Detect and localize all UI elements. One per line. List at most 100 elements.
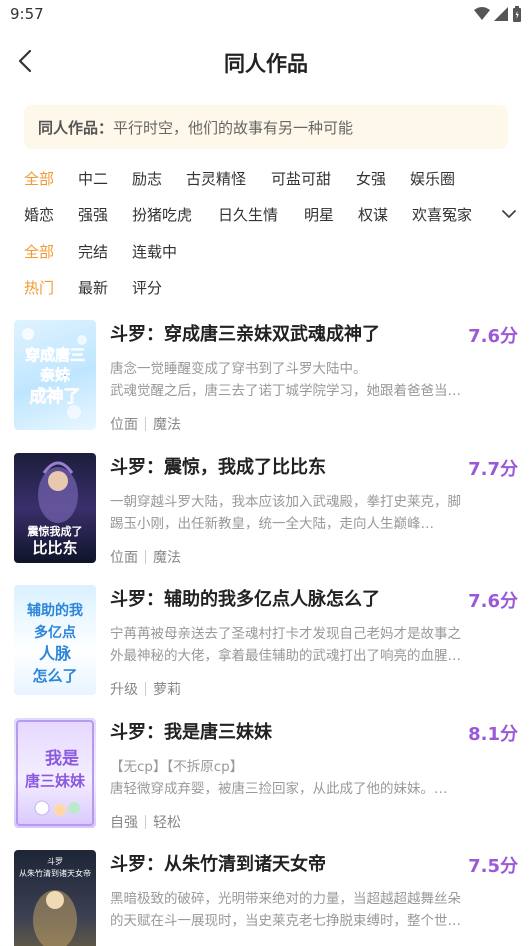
book-desc-line: 一朝穿越斗罗大陆，我本应该加入武魂殿，拳打史莱克，脚: [110, 494, 461, 510]
banner-text: 平行时空，他们的故事有另一种可能: [113, 118, 354, 137]
top-bar: 同人作品: [0, 38, 532, 86]
book-tag: 位面: [110, 550, 138, 566]
book-cover: 辅助的我 多亿点 人脉 怎么了: [14, 585, 96, 695]
book-item[interactable]: 我是 唐三妹妹 斗罗：我是唐三妹妹 8.1分 【无cp】【不拆原cp】 唐轻微穿…: [14, 718, 520, 838]
filter-tag[interactable]: 欢喜冤家: [412, 204, 472, 225]
book-cover: 穿成唐三 亲妹 成神了: [14, 320, 96, 430]
sort-latest[interactable]: 最新: [78, 277, 132, 298]
svg-text:成神了: 成神了: [30, 386, 81, 407]
tag-divider: [145, 550, 146, 564]
book-tag: 魔法: [153, 417, 181, 433]
tag-divider: [145, 417, 146, 431]
filter-tag[interactable]: 扮猪吃虎: [132, 204, 218, 225]
svg-text:从朱竹清到诸天女帝: 从朱竹清到诸天女帝: [19, 868, 91, 878]
sort-rating[interactable]: 评分: [132, 277, 162, 298]
cover-art: 辅助的我 多亿点 人脉 怎么了: [27, 602, 83, 685]
category-banner: 同人作品： 平行时空，他们的故事有另一种可能: [24, 105, 508, 149]
book-desc-line: 唐轻微穿成弃婴，被唐三捡回家，从此成了他的妹妹。…: [110, 781, 448, 797]
filter-tag[interactable]: 中二: [78, 168, 132, 189]
book-tag: 魔法: [153, 550, 181, 566]
wifi-icon: [474, 7, 490, 20]
book-item[interactable]: 穿成唐三 亲妹 成神了 斗罗：穿成唐三亲妹双武魂成神了 7.6分 唐念一觉睡醒变…: [14, 320, 520, 440]
tag-filter-row-2: 婚恋 强强 扮猪吃虎 日久生情 明星 权谋 欢喜冤家: [24, 202, 472, 226]
book-cover: 震惊我成了 比比东: [14, 453, 96, 563]
filter-tag[interactable]: 女强: [356, 168, 410, 189]
book-item[interactable]: 震惊我成了 比比东 斗罗：震惊，我成了比比东 7.7分 一朝穿越斗罗大陆，我本应…: [14, 453, 520, 573]
status-filter-row: 全部 完结 连载中: [24, 239, 177, 263]
book-score: 7.6分: [468, 591, 518, 612]
book-desc-line: 武魂觉醒之后，唐三去了诺丁城学院学习，她跟着爸爸当…: [110, 383, 461, 399]
book-score: 7.6分: [468, 326, 518, 347]
svg-text:唐三妹妹: 唐三妹妹: [25, 772, 86, 790]
filter-tag[interactable]: 明星: [304, 204, 358, 225]
filter-tag[interactable]: 日久生情: [218, 204, 304, 225]
book-tags: 升级 萝莉: [110, 679, 181, 699]
svg-text:怎么了: 怎么了: [32, 667, 77, 685]
book-desc-line: 宁苒苒被母亲送去了圣魂村打卡才发现自己老妈才是故事之: [110, 626, 461, 642]
page-title: 同人作品: [224, 52, 308, 76]
tag-divider: [145, 815, 146, 829]
book-tag: 轻松: [153, 815, 181, 831]
filter-status-all[interactable]: 全部: [24, 241, 78, 262]
svg-text:比比东: 比比东: [32, 539, 77, 557]
cover-art: 震惊我成了 比比东: [27, 461, 83, 557]
status-bar: 9:57: [0, 0, 532, 30]
banner-label: 同人作品：: [38, 118, 114, 137]
svg-text:亲妹: 亲妹: [40, 366, 71, 384]
book-score: 8.1分: [468, 724, 518, 745]
book-desc-line: 【无cp】【不拆原cp】: [110, 759, 244, 775]
svg-text:人脉: 人脉: [39, 644, 72, 663]
sort-hot[interactable]: 热门: [24, 277, 78, 298]
cover-art: 斗罗 从朱竹清到诸天女帝: [19, 857, 91, 946]
status-icons: [474, 6, 522, 22]
sort-row: 热门 最新 评分: [24, 275, 162, 299]
filter-status-ongoing[interactable]: 连载中: [132, 241, 177, 262]
battery-icon: [513, 6, 521, 22]
status-time: 9:57: [10, 5, 44, 23]
book-desc-line: 的天赋在斗一展现时，当史莱克老七挣脱束缚时，整个世…: [110, 913, 461, 929]
book-description: 黑暗极致的破碎，光明带来绝对的力量，当超越超越舞丝朵 的天赋在斗一展现时，当史莱…: [110, 888, 512, 932]
book-description: 【无cp】【不拆原cp】 唐轻微穿成弃婴，被唐三捡回家，从此成了他的妹妹。…: [110, 756, 512, 800]
filter-tag[interactable]: 婚恋: [24, 204, 78, 225]
book-tag: 升级: [110, 682, 138, 698]
book-title: 斗罗：从朱竹清到诸天女帝: [110, 854, 326, 875]
svg-text:震惊我成了: 震惊我成了: [27, 524, 83, 538]
book-title: 斗罗：震惊，我成了比比东: [110, 457, 326, 478]
book-tag: 位面: [110, 417, 138, 433]
book-cover: 我是 唐三妹妹: [14, 718, 96, 828]
filter-tag[interactable]: 古灵精怪: [186, 168, 271, 189]
signal-icon: [494, 7, 508, 21]
chevron-down-icon[interactable]: [500, 207, 518, 221]
book-item[interactable]: 辅助的我 多亿点 人脉 怎么了 斗罗：辅助的我多亿点人脉怎么了 7.6分 宁苒苒…: [14, 585, 520, 705]
book-tag: 自强: [110, 815, 138, 831]
svg-text:我是: 我是: [45, 749, 79, 769]
svg-text:多亿点: 多亿点: [34, 624, 76, 641]
book-description: 唐念一觉睡醒变成了穿书到了斗罗大陆中。 武魂觉醒之后，唐三去了诺丁城学院学习，她…: [110, 358, 512, 402]
book-title: 斗罗：我是唐三妹妹: [110, 722, 272, 743]
book-desc-line: 唐念一觉睡醒变成了穿书到了斗罗大陆中。: [110, 361, 367, 377]
book-desc-line: 黑暗极致的破碎，光明带来绝对的力量，当超越超越舞丝朵: [110, 891, 461, 907]
book-desc-line: 外最神秘的大佬，拿着最佳辅助的武魂打出了响亮的血腥…: [110, 648, 461, 664]
filter-tag[interactable]: 娱乐圈: [410, 168, 455, 189]
filter-tag[interactable]: 可盐可甜: [271, 168, 356, 189]
filter-tag-all[interactable]: 全部: [24, 168, 78, 189]
book-title: 斗罗：穿成唐三亲妹双武魂成神了: [110, 324, 380, 345]
book-tags: 位面 魔法: [110, 414, 181, 434]
book-cover: 斗罗 从朱竹清到诸天女帝: [14, 850, 96, 946]
filter-tag[interactable]: 强强: [78, 204, 132, 225]
book-score: 7.7分: [468, 459, 518, 480]
svg-text:辅助的我: 辅助的我: [27, 602, 83, 619]
book-desc-line: 踢玉小刚，出任新教皇，统一全大陆，走向人生巅峰…: [110, 516, 434, 532]
book-description: 一朝穿越斗罗大陆，我本应该加入武魂殿，拳打史莱克，脚 踢玉小刚，出任新教皇，统一…: [110, 491, 512, 535]
filter-tag[interactable]: 励志: [132, 168, 186, 189]
svg-text:穿成唐三: 穿成唐三: [25, 346, 85, 364]
filter-tag[interactable]: 权谋: [358, 204, 412, 225]
book-tags: 自强 轻松: [110, 812, 181, 832]
svg-text:斗罗: 斗罗: [47, 857, 63, 866]
book-score: 7.5分: [468, 856, 518, 877]
book-item[interactable]: 斗罗 从朱竹清到诸天女帝 斗罗：从朱竹清到诸天女帝 7.5分 黑暗极致的破碎，光…: [14, 850, 520, 946]
cover-art: 我是 唐三妹妹: [16, 720, 94, 826]
tag-filter-row-1: 全部 中二 励志 古灵精怪 可盐可甜 女强 娱乐圈: [24, 166, 455, 190]
tag-divider: [145, 682, 146, 696]
filter-status-completed[interactable]: 完结: [78, 241, 132, 262]
